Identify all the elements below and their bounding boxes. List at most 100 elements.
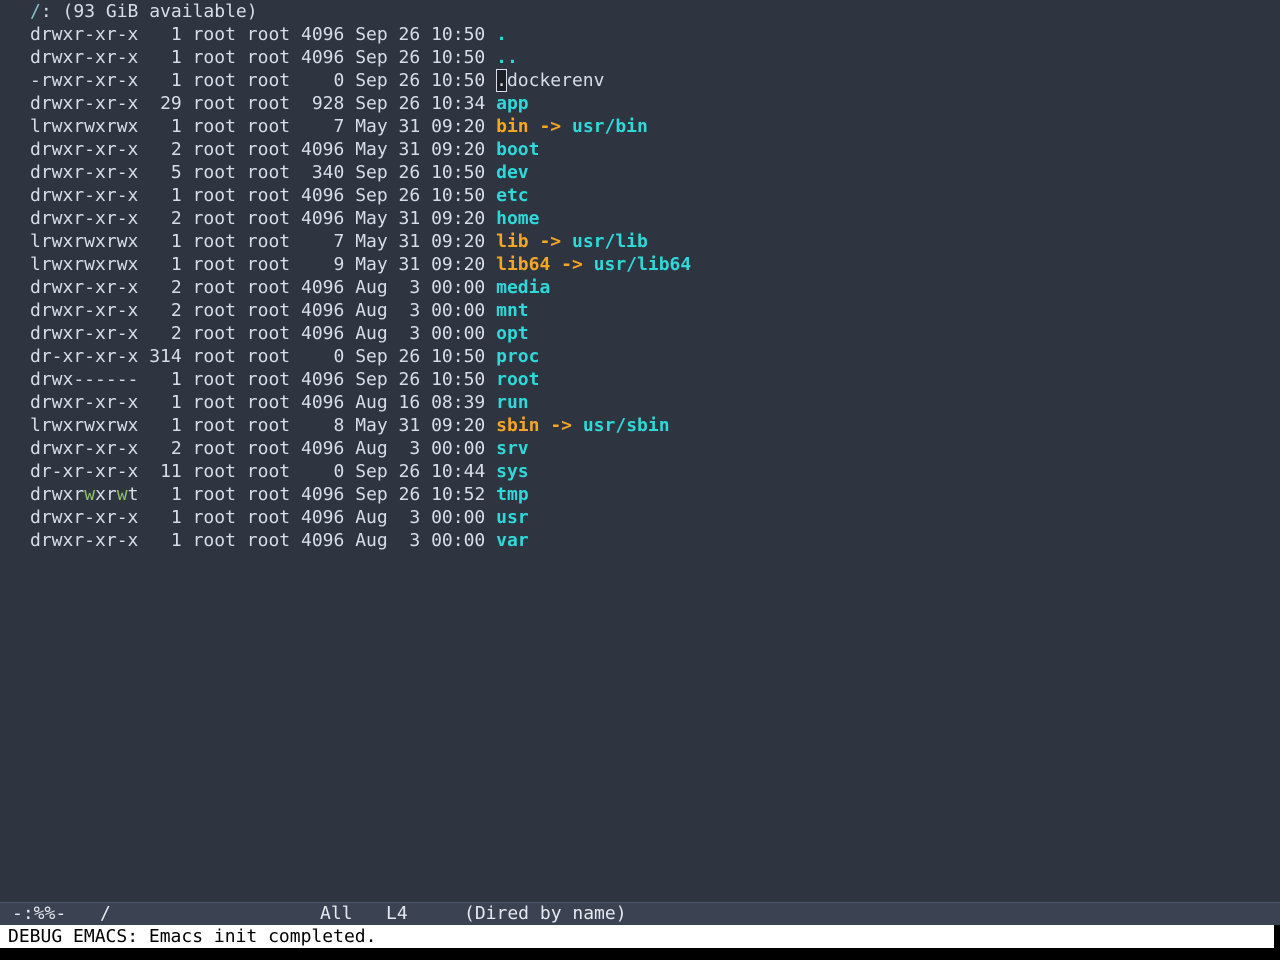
file-name[interactable]: sbin bbox=[496, 415, 539, 436]
file-row[interactable]: drwxr-xr-x 1 root root 4096 Aug 3 00:00 … bbox=[30, 529, 529, 552]
file-name[interactable]: var bbox=[496, 530, 529, 551]
file-name[interactable]: proc bbox=[496, 346, 539, 367]
file-link-count: 1 bbox=[170, 530, 182, 551]
symlink-target[interactable]: usr/lib bbox=[572, 231, 648, 252]
file-permissions: drwxr-xr-x bbox=[30, 185, 139, 206]
file-name[interactable]: .dockerenv bbox=[496, 69, 605, 92]
file-name[interactable]: tmp bbox=[496, 484, 529, 505]
file-month: May bbox=[355, 254, 388, 275]
file-owner: root bbox=[192, 208, 236, 229]
file-name[interactable]: etc bbox=[496, 185, 529, 206]
file-permissions: drwxr-xr-x bbox=[30, 530, 139, 551]
file-owner: root bbox=[192, 415, 236, 436]
file-name[interactable]: opt bbox=[496, 323, 529, 344]
modeline-major-mode[interactable]: (Dired by name) bbox=[464, 903, 627, 925]
minibuffer[interactable]: DEBUG EMACS: Emacs init completed. bbox=[0, 925, 1274, 948]
dired-buffer[interactable]: /: (93 GiB available) drwxr-xr-x 1 root … bbox=[0, 0, 1280, 902]
file-group: root bbox=[246, 392, 291, 413]
file-row[interactable]: drwxr-xr-x 2 root root 4096 May 31 09:20… bbox=[30, 207, 539, 230]
symlink-target[interactable]: usr/bin bbox=[572, 116, 648, 137]
file-month: May bbox=[355, 231, 388, 252]
file-permissions: drwxr-xr-x bbox=[30, 507, 139, 528]
file-name[interactable]: lib bbox=[496, 231, 529, 252]
file-permissions: drwxr-xr-x bbox=[30, 162, 139, 183]
file-permissions: lrwxrwxrwx bbox=[30, 116, 139, 137]
file-time: 10:50 bbox=[431, 185, 486, 206]
file-group: root bbox=[246, 116, 291, 137]
file-name[interactable]: media bbox=[496, 277, 550, 298]
file-permissions: drwx------ bbox=[30, 369, 139, 390]
file-time: 09:20 bbox=[431, 116, 486, 137]
file-name[interactable]: root bbox=[496, 369, 539, 390]
symlink-target[interactable]: usr/sbin bbox=[583, 415, 670, 436]
file-row[interactable]: drwxr-xr-x 2 root root 4096 Aug 3 00:00 … bbox=[30, 299, 529, 322]
file-owner: root bbox=[192, 231, 236, 252]
file-name[interactable]: srv bbox=[496, 438, 529, 459]
file-row[interactable]: drwxrwxrwt 1 root root 4096 Sep 26 10:52… bbox=[30, 483, 529, 506]
symlink-target[interactable]: usr/lib64 bbox=[594, 254, 692, 275]
file-name[interactable]: app bbox=[496, 93, 529, 114]
file-month: Aug bbox=[355, 323, 388, 344]
file-owner: root bbox=[192, 346, 236, 367]
file-owner: root bbox=[192, 162, 236, 183]
file-day: 26 bbox=[398, 185, 421, 206]
file-month: May bbox=[355, 116, 388, 137]
file-row[interactable]: drwxr-xr-x 1 root root 4096 Aug 16 08:39… bbox=[30, 391, 529, 414]
file-time: 00:00 bbox=[431, 323, 486, 344]
file-row[interactable]: drwxr-xr-x 2 root root 4096 May 31 09:20… bbox=[30, 138, 539, 161]
file-row[interactable]: drwxr-xr-x 2 root root 4096 Aug 3 00:00 … bbox=[30, 322, 529, 345]
file-row[interactable]: dr-xr-xr-x 314 root root 0 Sep 26 10:50 … bbox=[30, 345, 539, 368]
file-name[interactable]: mnt bbox=[496, 300, 529, 321]
file-time: 00:00 bbox=[431, 530, 486, 551]
file-row[interactable]: -rwxr-xr-x 1 root root 0 Sep 26 10:50 .d… bbox=[30, 69, 605, 92]
file-group: root bbox=[246, 24, 291, 45]
file-month: May bbox=[355, 139, 388, 160]
file-row[interactable]: lrwxrwxrwx 1 root root 7 May 31 09:20 li… bbox=[30, 230, 648, 253]
file-row[interactable]: drwxr-xr-x 2 root root 4096 Aug 3 00:00 … bbox=[30, 437, 529, 460]
header-path[interactable]: / bbox=[30, 1, 41, 22]
file-permissions: drwxr-xr-x bbox=[30, 438, 139, 459]
file-name[interactable]: sys bbox=[496, 461, 529, 482]
file-day: 26 bbox=[398, 346, 421, 367]
file-day: 26 bbox=[398, 24, 421, 45]
file-name[interactable]: home bbox=[496, 208, 539, 229]
file-time: 10:50 bbox=[431, 24, 486, 45]
file-name[interactable]: usr bbox=[496, 507, 529, 528]
file-name[interactable]: boot bbox=[496, 139, 539, 160]
file-row[interactable]: dr-xr-xr-x 11 root root 0 Sep 26 10:44 s… bbox=[30, 460, 529, 483]
file-row[interactable]: drwx------ 1 root root 4096 Sep 26 10:50… bbox=[30, 368, 539, 391]
file-owner: root bbox=[192, 461, 236, 482]
file-owner: root bbox=[192, 392, 236, 413]
file-group: root bbox=[246, 323, 291, 344]
file-group: root bbox=[246, 254, 291, 275]
file-name[interactable]: run bbox=[496, 392, 529, 413]
file-link-count: 1 bbox=[170, 507, 182, 528]
file-row[interactable]: drwxr-xr-x 29 root root 928 Sep 26 10:34… bbox=[30, 92, 529, 115]
file-time: 10:34 bbox=[431, 93, 486, 114]
file-row[interactable]: drwxr-xr-x 2 root root 4096 Aug 3 00:00 … bbox=[30, 276, 550, 299]
file-day: 26 bbox=[398, 369, 421, 390]
file-name[interactable]: . bbox=[496, 24, 507, 45]
file-day: 3 bbox=[409, 300, 421, 321]
file-link-count: 1 bbox=[170, 415, 182, 436]
file-name[interactable]: lib64 bbox=[496, 254, 550, 275]
file-name[interactable]: .. bbox=[496, 47, 518, 68]
file-row[interactable]: drwxr-xr-x 1 root root 4096 Sep 26 10:50… bbox=[30, 23, 507, 46]
file-row[interactable]: lrwxrwxrwx 1 root root 9 May 31 09:20 li… bbox=[30, 253, 691, 276]
file-month: Aug bbox=[355, 438, 388, 459]
file-link-count: 1 bbox=[170, 24, 182, 45]
file-row[interactable]: drwxr-xr-x 1 root root 4096 Sep 26 10:50… bbox=[30, 46, 518, 69]
file-row[interactable]: drwxr-xr-x 5 root root 340 Sep 26 10:50 … bbox=[30, 161, 529, 184]
file-row[interactable]: lrwxrwxrwx 1 root root 8 May 31 09:20 sb… bbox=[30, 414, 670, 437]
file-time: 08:39 bbox=[431, 392, 486, 413]
file-row[interactable]: drwxr-xr-x 1 root root 4096 Sep 26 10:50… bbox=[30, 184, 529, 207]
file-day: 26 bbox=[398, 93, 421, 114]
modeline-buffer-name: / bbox=[100, 903, 111, 924]
file-name[interactable]: dev bbox=[496, 162, 529, 183]
file-day: 26 bbox=[398, 484, 421, 505]
file-group: root bbox=[246, 530, 291, 551]
file-name[interactable]: bin bbox=[496, 116, 529, 137]
file-row[interactable]: lrwxrwxrwx 1 root root 7 May 31 09:20 bi… bbox=[30, 115, 648, 138]
file-permissions: dr-xr-xr-x bbox=[30, 461, 139, 482]
file-row[interactable]: drwxr-xr-x 1 root root 4096 Aug 3 00:00 … bbox=[30, 506, 529, 529]
